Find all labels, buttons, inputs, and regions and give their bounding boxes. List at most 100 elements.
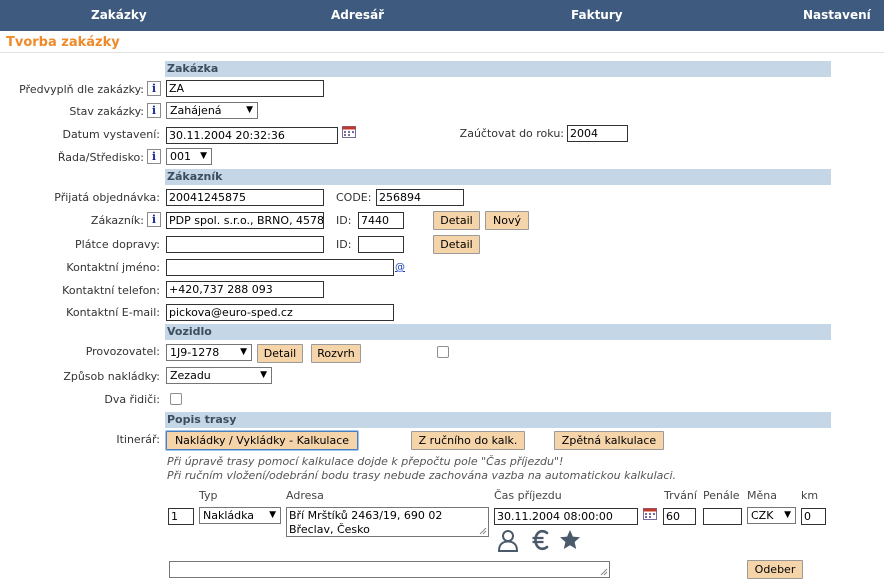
zakaznik-id-label: ID: — [336, 214, 352, 227]
resize-grip-icon[interactable] — [600, 568, 608, 576]
route-order-input[interactable]: 1 — [168, 508, 194, 525]
info-icon[interactable]: i — [147, 103, 161, 118]
top-navigation: Zakázky Adresář Faktury Nastavení — [0, 0, 884, 31]
section-header-popis-trasy: Popis trasy — [165, 412, 831, 428]
route-note-textarea[interactable] — [169, 561, 610, 578]
chevron-down-icon: ▼ — [784, 510, 791, 520]
column-header-km: km — [801, 489, 819, 502]
stav-zakazky-select[interactable]: Zahájená ▼ — [166, 102, 258, 119]
chevron-down-icon: ▼ — [240, 347, 247, 357]
rada-stredisko-value: 001 — [170, 150, 191, 163]
resize-grip-icon[interactable] — [479, 527, 487, 535]
route-cas-prijezdu-input[interactable]: 30.11.2004 08:00:00 — [494, 508, 638, 525]
kontaktni-email-label: Kontaktní E-mail: — [66, 306, 160, 319]
route-note-2: Při ručním vložení/odebrání bodu trasy n… — [167, 469, 677, 482]
title-divider — [0, 52, 884, 53]
nav-adresar[interactable]: Adresář — [331, 0, 384, 31]
section-header-zakazka: Zakázka — [165, 61, 831, 77]
route-km-input[interactable]: 0 — [801, 508, 826, 525]
platce-dopravy-input[interactable] — [166, 236, 324, 253]
itinerar-label: Itinerář: — [116, 433, 160, 446]
calendar-icon[interactable] — [342, 125, 356, 138]
route-adresa-textarea[interactable]: Bří Mrštíků 2463/19, 690 02 Břeclav, Čes… — [286, 507, 489, 537]
chevron-down-icon: ▼ — [200, 151, 207, 161]
zauctovat-input[interactable]: 2004 — [567, 125, 628, 142]
rozvrh-button[interactable]: Rozvrh — [311, 344, 361, 363]
column-header-typ: Typ — [199, 489, 218, 502]
provozovatel-label: Provozovatel: — [85, 345, 160, 358]
info-icon[interactable]: i — [147, 149, 161, 164]
platce-detail-button[interactable]: Detail — [433, 235, 480, 254]
platce-id-input[interactable] — [358, 236, 404, 253]
kontaktni-email-input[interactable]: pickova@euro-sped.cz — [166, 304, 394, 321]
route-typ-select[interactable]: Nakládka ▼ — [199, 507, 281, 524]
zakaznik-label: Zákazník: — [90, 214, 144, 227]
zakaznik-detail-button[interactable]: Detail — [433, 211, 480, 230]
rada-stredisko-label: Řada/Středisko: — [57, 151, 144, 164]
novy-zakaznik-button[interactable]: Nový — [485, 211, 529, 230]
z-rucniho-do-kalk-button[interactable]: Z ručního do kalk. — [411, 431, 525, 450]
nav-faktury[interactable]: Faktury — [571, 0, 623, 31]
nav-zakazky[interactable]: Zakázky — [91, 0, 147, 31]
route-typ-value: Nakládka — [203, 509, 255, 522]
dva-ridici-label: Dva řidiči: — [104, 393, 160, 406]
column-header-trvani: Trvání — [664, 489, 697, 502]
route-mena-select[interactable]: CZK ▼ — [747, 507, 796, 524]
rada-stredisko-select[interactable]: 001 ▼ — [166, 148, 212, 165]
provozovatel-select[interactable]: 1J9-1278 ▼ — [166, 344, 252, 361]
platce-id-label: ID: — [336, 238, 352, 251]
info-icon[interactable]: i — [147, 212, 161, 227]
chevron-down-icon: ▼ — [269, 510, 276, 520]
kontaktni-jmeno-input[interactable] — [166, 259, 394, 276]
route-adresa-line-2: Břeclav, Česko — [289, 523, 370, 536]
info-icon[interactable]: i — [147, 81, 161, 96]
predvyplnit-label: Předvyplň dle zakázky: — [19, 83, 144, 96]
zpusob-nakladky-value: Zezadu — [170, 369, 211, 382]
prijata-objednavka-input[interactable]: 20041245875 — [166, 189, 324, 206]
route-note-1: Při úpravě trasy pomocí kalkulace dojde … — [167, 455, 564, 468]
column-header-cas-prijezdu: Čas příjezdu — [494, 489, 562, 502]
predvyplnit-input[interactable]: ZA — [166, 80, 324, 97]
section-header-zakaznik: Zákazník — [165, 169, 831, 185]
euro-icon[interactable] — [530, 528, 552, 552]
chevron-down-icon: ▼ — [246, 105, 253, 115]
datum-vystaveni-input[interactable]: 30.11.2004 20:32:36 — [166, 127, 338, 144]
stav-zakazky-label: Stav zakázky: — [69, 105, 144, 118]
kontaktni-jmeno-label: Kontaktní jméno: — [66, 261, 160, 274]
column-header-penale: Penále — [703, 489, 740, 502]
code-input[interactable]: 256894 — [376, 189, 464, 206]
code-label: CODE: — [336, 191, 372, 204]
kontaktni-telefon-input[interactable]: +420,737 288 093 — [166, 281, 324, 298]
chevron-down-icon: ▼ — [260, 370, 267, 380]
person-icon[interactable] — [496, 528, 520, 552]
vozidlo-checkbox[interactable] — [437, 346, 449, 358]
route-adresa-line-1: Bří Mrštíků 2463/19, 690 02 — [289, 509, 443, 522]
dva-ridici-checkbox[interactable] — [170, 393, 182, 405]
zpusob-nakladky-select[interactable]: Zezadu ▼ — [166, 367, 272, 384]
zauctovat-label: Zaúčtovat do roku: — [459, 127, 564, 140]
odeber-button[interactable]: Odeber — [747, 560, 803, 579]
email-at-link[interactable]: @ — [395, 262, 405, 273]
zakaznik-id-input[interactable]: 7440 — [358, 212, 404, 229]
vozidlo-detail-button[interactable]: Detail — [257, 344, 303, 363]
route-trvani-input[interactable]: 60 — [663, 508, 696, 525]
route-mena-value: CZK — [751, 509, 774, 522]
datum-vystaveni-label: Datum vystavení: — [62, 128, 160, 141]
kontaktni-telefon-label: Kontaktní telefon: — [62, 284, 160, 297]
section-header-vozidlo: Vozidlo — [165, 324, 831, 340]
page-title: Tvorba zakázky — [6, 35, 120, 50]
column-header-mena: Měna — [747, 489, 777, 502]
stav-zakazky-value: Zahájená — [170, 104, 222, 117]
calendar-icon[interactable] — [643, 507, 657, 520]
prijata-objednavka-label: Přijatá objednávka: — [54, 191, 160, 204]
column-header-adresa: Adresa — [286, 489, 324, 502]
route-penale-input[interactable] — [703, 508, 742, 525]
zakaznik-input[interactable]: PDP spol. s.r.o., BRNO, 4578 — [166, 212, 324, 229]
kalkulace-button[interactable]: Nakládky / Vykládky - Kalkulace — [166, 431, 358, 450]
provozovatel-value: 1J9-1278 — [170, 346, 220, 359]
zpusob-nakladky-label: Způsob nakládky: — [63, 370, 160, 383]
zpetna-kalkulace-button[interactable]: Zpětná kalkulace — [554, 431, 664, 450]
nav-nastaveni[interactable]: Nastavení — [803, 0, 871, 31]
platce-dopravy-label: Plátce dopravy: — [75, 238, 160, 251]
star-icon[interactable] — [558, 528, 582, 552]
